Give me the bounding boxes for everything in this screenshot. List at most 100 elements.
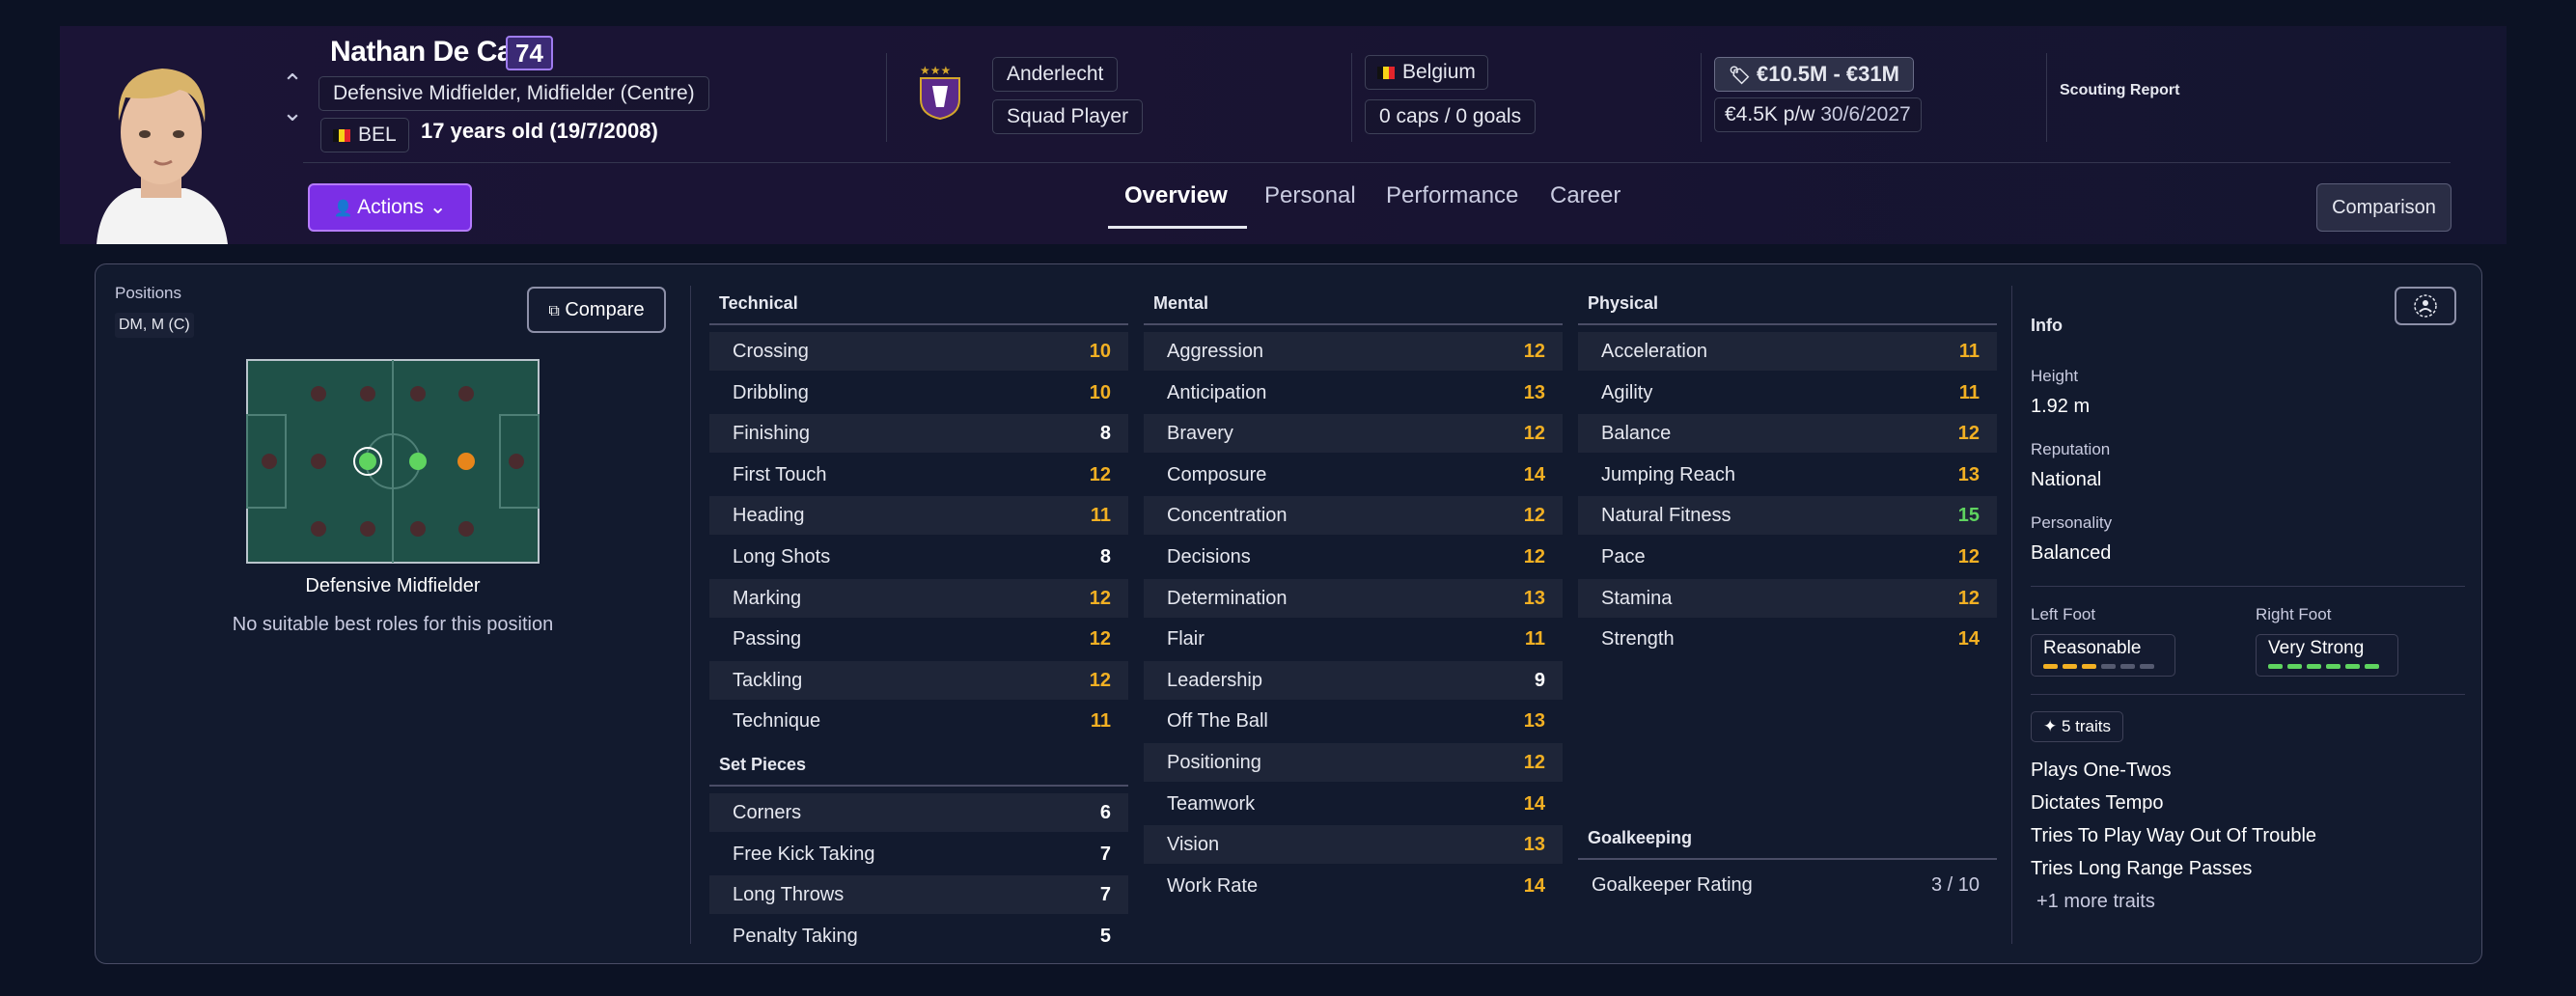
attribute-name: Heading	[733, 505, 805, 527]
person-circle-icon	[2414, 294, 2437, 318]
attribute-row[interactable]: Long Shots 8	[709, 538, 1128, 576]
attribute-value: 13	[1523, 587, 1545, 609]
actions-button[interactable]: 👤 Actions ⌄	[308, 183, 472, 232]
attribute-name: Technique	[733, 710, 821, 733]
foot-bar-segment	[2268, 664, 2283, 669]
attribute-row[interactable]: Natural Fitness 15	[1578, 496, 1997, 536]
attribute-name: Penalty Taking	[733, 925, 858, 947]
scouting-report-link[interactable]: Scouting Report	[2060, 82, 2179, 99]
attribute-row[interactable]: Decisions 12	[1144, 538, 1563, 576]
attribute-row[interactable]: Vision 13	[1144, 825, 1563, 865]
attribute-row[interactable]: Bravery 12	[1144, 414, 1563, 454]
player-info-button[interactable]	[2395, 287, 2456, 325]
attribute-name: Long Throws	[733, 884, 845, 906]
selected-position: Defensive Midfielder	[305, 575, 481, 596]
right-foot-value: Very Strong	[2268, 638, 2365, 658]
foot-bar-segment	[2043, 664, 2058, 669]
contract-end: 30/6/2027	[1820, 103, 1911, 125]
attribute-row[interactable]: Acceleration 11	[1578, 332, 1997, 371]
trait-item: Plays One-Twos	[2031, 760, 2172, 781]
more-traits-link[interactable]: +1 more traits	[2036, 891, 2155, 913]
height-label: Height	[2031, 367, 2079, 385]
trait-item: Tries Long Range Passes	[2031, 858, 2253, 879]
attribute-row[interactable]: Dribbling 10	[709, 374, 1128, 412]
attribute-row[interactable]: Stamina 12	[1578, 578, 1997, 618]
club-name[interactable]: Anderlecht	[992, 57, 1119, 92]
foot-bar-segment	[2345, 664, 2360, 669]
attribute-name: Aggression	[1167, 341, 1264, 362]
attribute-value: 12	[1089, 628, 1111, 650]
attribute-row[interactable]: Long Throws 7	[709, 875, 1128, 915]
comparison-button[interactable]: Comparison	[2316, 183, 2451, 232]
attribute-value: 11	[1524, 628, 1545, 650]
attribute-name: Stamina	[1601, 587, 1673, 609]
foot-bar-segment	[2365, 664, 2379, 669]
contract-chip: €4.5K p/w 30/6/2027	[1714, 97, 1922, 132]
goalkeeper-rating-value: 3 / 10	[1930, 874, 1980, 896]
attribute-row[interactable]: Aggression 12	[1144, 332, 1563, 371]
foot-bar-segment	[2120, 664, 2135, 669]
nation-chip[interactable]: Belgium	[1365, 55, 1488, 90]
player-nav: ⌃ ⌄	[278, 69, 307, 126]
compare-icon: ⧉	[548, 303, 560, 319]
attribute-row[interactable]: Free Kick Taking 7	[709, 835, 1128, 873]
attribute-row[interactable]: Passing 12	[709, 620, 1128, 658]
attribute-row[interactable]: Corners 6	[709, 793, 1128, 832]
physical-title: Physical	[1588, 293, 1659, 313]
attribute-row[interactable]: Positioning 12	[1144, 743, 1563, 782]
attribute-row[interactable]: Anticipation 13	[1144, 374, 1563, 412]
nationality-code: BEL	[358, 124, 397, 146]
tab-overview[interactable]: Overview	[1124, 182, 1228, 209]
tab-personal[interactable]: Personal	[1264, 182, 1356, 209]
attribute-row[interactable]: Marking 12	[709, 578, 1128, 618]
tab-career[interactable]: Career	[1550, 182, 1620, 209]
attribute-value: 12	[1523, 505, 1545, 527]
attribute-row[interactable]: Agility 11	[1578, 374, 1997, 412]
attribute-row[interactable]: Leadership 9	[1144, 660, 1563, 700]
attribute-row[interactable]: Composure 14	[1144, 456, 1563, 494]
attribute-value: 13	[1523, 834, 1545, 856]
right-foot-bars	[2268, 664, 2386, 669]
chevron-down-icon[interactable]: ⌄	[278, 97, 307, 126]
attribute-value: 5	[1099, 925, 1111, 947]
compare-button[interactable]: ⧉ Compare	[527, 287, 666, 333]
attribute-row[interactable]: Balance 12	[1578, 414, 1997, 454]
attribute-row[interactable]: Strength 14	[1578, 620, 1997, 658]
attribute-name: Composure	[1167, 463, 1267, 485]
reputation-label: Reputation	[2031, 440, 2111, 458]
attribute-row[interactable]: First Touch 12	[709, 456, 1128, 494]
trait-item: Dictates Tempo	[2031, 792, 2164, 814]
tab-performance[interactable]: Performance	[1386, 182, 1518, 209]
attribute-row[interactable]: Technique 11	[709, 702, 1128, 740]
attribute-value: 13	[1957, 463, 1980, 485]
attribute-row[interactable]: Crossing 10	[709, 332, 1128, 371]
height-value: 1.92 m	[2031, 396, 2091, 417]
attribute-row[interactable]: Work Rate 14	[1144, 867, 1563, 905]
traits-chip[interactable]: ✦ 5 traits	[2031, 711, 2124, 742]
club-crest-icon[interactable]: ★★★	[911, 61, 969, 121]
ability-badge: 74	[506, 36, 553, 70]
transfer-value-chip[interactable]: 🏷 €10.5M - €31M	[1714, 57, 1914, 92]
attribute-row[interactable]: Tackling 12	[709, 660, 1128, 700]
attribute-row[interactable]: Flair 11	[1144, 620, 1563, 658]
attribute-name: Determination	[1167, 587, 1288, 609]
attribute-row[interactable]: Heading 11	[709, 496, 1128, 536]
attribute-name: Positioning	[1167, 752, 1261, 773]
attribute-row[interactable]: Concentration 12	[1144, 496, 1563, 536]
attribute-name: Passing	[733, 628, 802, 650]
position-pitch[interactable]	[246, 359, 540, 564]
attribute-row[interactable]: Finishing 8	[709, 414, 1128, 454]
goalkeeper-rating-row: Goalkeeper Rating 3 / 10	[1578, 866, 1997, 904]
attribute-name: First Touch	[733, 463, 827, 485]
attribute-row[interactable]: Pace 12	[1578, 538, 1997, 576]
chevron-up-icon[interactable]: ⌃	[278, 69, 307, 97]
attribute-row[interactable]: Penalty Taking 5	[709, 917, 1128, 955]
attribute-row[interactable]: Determination 13	[1144, 578, 1563, 618]
attribute-value: 12	[1523, 341, 1545, 362]
attribute-row[interactable]: Jumping Reach 13	[1578, 456, 1997, 494]
attribute-row[interactable]: Off The Ball 13	[1144, 702, 1563, 740]
attribute-row[interactable]: Teamwork 14	[1144, 785, 1563, 823]
left-foot-label: Left Foot	[2031, 605, 2096, 623]
column-divider	[690, 286, 691, 944]
mental-title: Mental	[1153, 293, 1209, 313]
